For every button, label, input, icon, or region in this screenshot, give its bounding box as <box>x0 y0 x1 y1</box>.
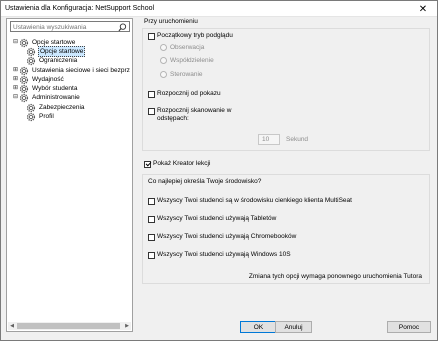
environment-option[interactable]: Wszyscy Twoi studenci używają Windows 10… <box>148 251 291 259</box>
collapse-icon[interactable]: ⊟ <box>12 93 19 102</box>
tree-item-label: Zabezpieczenia <box>39 104 85 111</box>
ok-button[interactable]: OK <box>240 321 277 333</box>
environment-option-label: Wszyscy Twoi studenci używają Windows 10… <box>157 251 291 258</box>
scroll-right-arrow-icon[interactable]: ▶ <box>123 322 131 330</box>
gear-icon <box>19 93 29 102</box>
environment-checkbox[interactable] <box>148 233 155 241</box>
start-show-option[interactable]: Rozpocznij od pokazu <box>148 90 221 98</box>
tree-item-label: Ustawienia sieciowe i sieci bezprz <box>32 67 130 74</box>
help-button[interactable]: Pomoc <box>387 321 431 333</box>
radio-button[interactable] <box>160 44 167 51</box>
environment-option-label: Wszyscy Twoi studenci są w środowisku ci… <box>157 197 352 204</box>
initial-view-label: Początkowy tryb podglądu <box>157 32 233 39</box>
window-title: Ustawienia dla Konfiguracja: NetSupport … <box>5 5 155 12</box>
environment-section-label: Co najlepiej określa Twoje środowisko? <box>148 178 262 185</box>
horizontal-scrollbar[interactable]: ◀ ▶ <box>8 322 131 330</box>
scan-unit-label: Sekund <box>286 136 309 143</box>
radio-sharing[interactable]: Współdzielenie <box>160 57 214 64</box>
scan-interval-checkbox[interactable] <box>148 107 155 115</box>
search-icon[interactable] <box>118 23 127 32</box>
lesson-wizard-option[interactable]: Pokaż Kreator lekcji <box>144 160 210 168</box>
tree-item[interactable]: ⊟ Administrowanie <box>12 93 81 102</box>
environment-checkbox[interactable] <box>148 251 155 259</box>
scroll-left-arrow-icon[interactable]: ◀ <box>8 322 16 330</box>
tree-item-label: Wydajność <box>32 76 64 83</box>
scan-label-line2: odstępach: <box>157 115 189 122</box>
radio-sharing-label: Współdzielenie <box>170 57 214 64</box>
radio-button[interactable] <box>160 57 167 64</box>
environment-group: Co najlepiej określa Twoje środowisko? W… <box>142 174 430 284</box>
radio-control[interactable]: Sterowanie <box>160 71 203 78</box>
settings-search-box[interactable] <box>10 21 130 32</box>
collapse-icon[interactable]: ⊟ <box>12 38 19 47</box>
scan-interval-label: Rozpocznij skanowanie w odstępach: <box>157 107 231 123</box>
restart-note: Zmiana tych opcji wymaga ponownego uruch… <box>248 273 422 280</box>
tree-item-label: Profil <box>39 113 54 120</box>
settings-dialog: Ustawienia dla Konfiguracja: NetSupport … <box>0 0 438 341</box>
settings-navigation-pane: ⊟Opcje startoweOpcje startoweOgraniczeni… <box>6 18 133 332</box>
initial-view-option[interactable]: Początkowy tryb podglądu <box>148 32 233 40</box>
environment-checkbox[interactable] <box>148 215 155 223</box>
startup-section-label: Przy uruchomieniu <box>144 18 198 25</box>
start-show-checkbox[interactable] <box>148 90 155 98</box>
start-show-label: Rozpocznij od pokazu <box>157 90 221 97</box>
scan-label-line1: Rozpocznij skanowanie w <box>157 107 232 114</box>
tree-item[interactable]: Ograniczenia <box>26 56 78 65</box>
scroll-thumb[interactable] <box>17 323 120 329</box>
radio-button[interactable] <box>160 71 167 78</box>
expand-icon[interactable]: ⊞ <box>12 66 19 75</box>
close-icon[interactable]: ✕ <box>411 2 435 16</box>
environment-option-label: Wszyscy Twoi studenci używają Chromebook… <box>157 233 297 240</box>
environment-option[interactable]: Wszyscy Twoi studenci używają Chromebook… <box>148 233 296 241</box>
tree-item-label: Administrowanie <box>32 94 80 101</box>
cancel-button[interactable]: Anuluj <box>275 321 312 333</box>
environment-option[interactable]: Wszyscy Twoi studenci są w środowisku ci… <box>148 197 352 205</box>
startup-group: Początkowy tryb podglądu Obserwacja Wspó… <box>142 28 430 151</box>
tree-item[interactable]: Profil <box>26 112 55 121</box>
radio-observation[interactable]: Obserwacja <box>160 44 204 51</box>
tree-item-label: Wybór studenta <box>32 85 78 92</box>
lesson-wizard-checkbox[interactable] <box>144 160 151 168</box>
tree-item[interactable]: ⊞ Ustawienia sieciowe i sieci bezprz <box>12 66 131 75</box>
tree-item-label: Ograniczenia <box>39 57 78 64</box>
initial-view-checkbox[interactable] <box>148 32 155 40</box>
expand-icon[interactable]: ⊞ <box>12 75 19 84</box>
settings-search-input[interactable] <box>13 23 117 31</box>
scan-interval-option[interactable]: Rozpocznij skanowanie w odstępach: <box>148 107 231 123</box>
lesson-wizard-label: Pokaż Kreator lekcji <box>153 160 211 167</box>
gear-icon <box>26 56 36 65</box>
title-bar: Ustawienia dla Konfiguracja: NetSupport … <box>1 1 437 17</box>
radio-control-label: Sterowanie <box>170 71 203 78</box>
radio-observation-label: Obserwacja <box>170 44 205 51</box>
scan-interval-input[interactable]: 10 <box>258 134 280 145</box>
environment-option-label: Wszyscy Twoi studenci używają Tabletów <box>157 215 277 222</box>
gear-icon <box>26 112 36 121</box>
environment-option[interactable]: Wszyscy Twoi studenci używają Tabletów <box>148 215 276 223</box>
expand-icon[interactable]: ⊞ <box>12 84 19 93</box>
environment-checkbox[interactable] <box>148 197 155 205</box>
